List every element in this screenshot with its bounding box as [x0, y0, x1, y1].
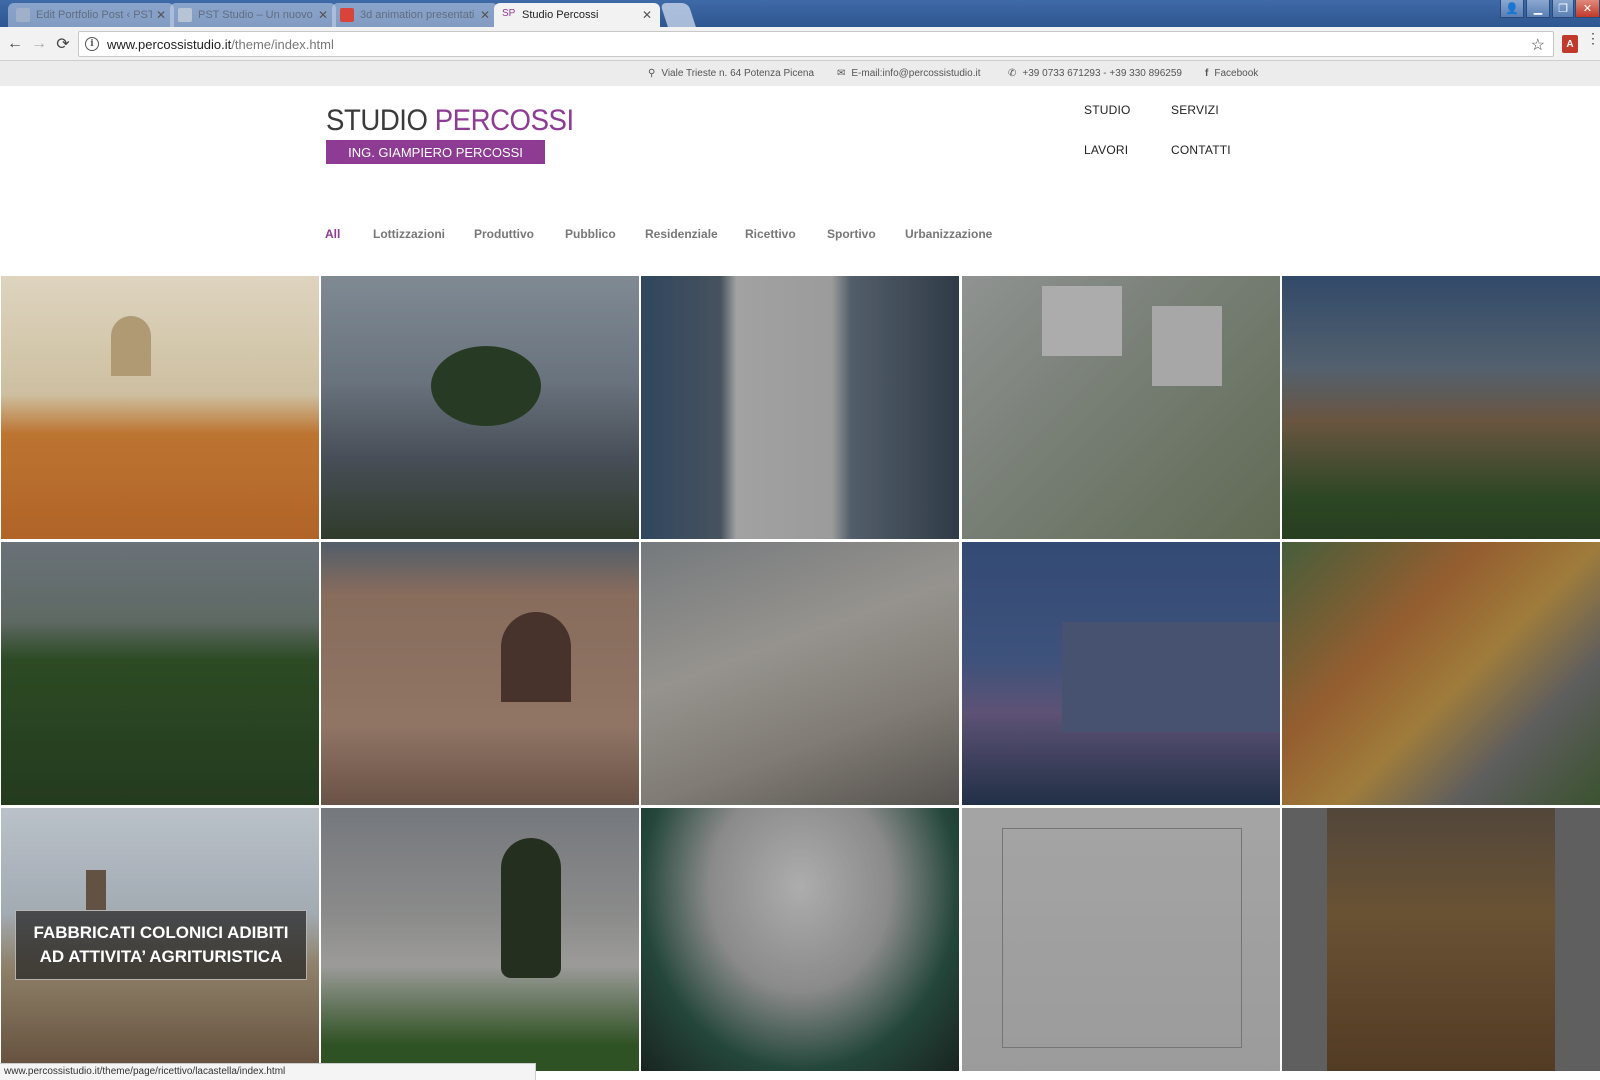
tile-overlay: [641, 542, 959, 805]
close-icon[interactable]: ✕: [480, 8, 490, 22]
project-tile[interactable]: [962, 276, 1280, 539]
tile-overlay: [1282, 542, 1600, 805]
close-window-icon[interactable]: ✕: [1575, 0, 1600, 18]
restore-icon[interactable]: ❐: [1552, 0, 1574, 18]
menu-icon[interactable]: ⋮: [1586, 31, 1600, 45]
tab-3d-animation[interactable]: 3d animation presentati ✕: [332, 3, 498, 27]
tile-overlay: [1282, 808, 1600, 1071]
back-arrow-icon[interactable]: ←: [4, 33, 26, 55]
facebook-link[interactable]: f Facebook: [1205, 68, 1258, 79]
project-tile[interactable]: [1282, 542, 1600, 805]
browser-status-bar: www.percossistudio.it/theme/page/ricetti…: [0, 1063, 536, 1080]
forward-arrow-icon[interactable]: →: [28, 33, 50, 55]
sp-logo-icon: SP: [502, 8, 516, 19]
contact-bar: ⚲ Viale Trieste n. 64 Potenza Picena ✉ E…: [0, 61, 1600, 86]
close-icon[interactable]: ✕: [156, 8, 166, 22]
project-tile-hovered[interactable]: FABBRICATI COLONICI ADIBITI AD ATTIVITA’…: [1, 808, 319, 1071]
logo-title: STUDIO PERCOSSI: [326, 104, 574, 137]
tile-overlay: [1, 276, 319, 539]
tile-overlay: [641, 276, 959, 539]
filter-residenziale[interactable]: Residenziale: [645, 227, 718, 241]
tile-overlay: [321, 276, 639, 539]
reload-icon[interactable]: ⟳: [52, 33, 74, 55]
project-tile[interactable]: [1, 276, 319, 539]
envelope-icon: ✉: [837, 68, 846, 79]
browser-tabstrip: Edit Portfolio Post ‹ PST ✕ PST Studio – …: [0, 0, 1600, 27]
close-icon[interactable]: ✕: [318, 8, 328, 22]
address-bar[interactable]: i www.percossistudio.it/theme/index.html…: [78, 31, 1554, 57]
minimize-icon[interactable]: ▁: [1526, 0, 1550, 18]
tab-studio-percossi[interactable]: SP Studio Percossi ✕: [494, 3, 660, 27]
filter-lottizzazioni[interactable]: Lottizzazioni: [373, 227, 445, 241]
project-tile[interactable]: [641, 808, 959, 1071]
project-tile[interactable]: [641, 276, 959, 539]
project-caption: FABBRICATI COLONICI ADIBITI AD ATTIVITA’…: [15, 910, 307, 980]
portfolio-filters: All Lottizzazioni Produttivo Pubblico Re…: [0, 227, 1600, 247]
portfolio-grid: FABBRICATI COLONICI ADIBITI AD ATTIVITA’…: [0, 276, 1600, 1080]
nav-servizi[interactable]: SERVIZI: [1171, 103, 1219, 117]
document-icon: [16, 8, 30, 22]
location-pin-icon: ⚲: [648, 68, 656, 79]
site-icon: [178, 8, 192, 22]
profile-icon[interactable]: 👤: [1500, 0, 1524, 18]
info-icon[interactable]: i: [85, 37, 99, 51]
close-icon[interactable]: ✕: [642, 8, 652, 22]
tile-overlay: [1282, 276, 1600, 539]
new-tab-button[interactable]: [660, 3, 696, 27]
email-item[interactable]: ✉ E-mail: info@percossistudio.it: [837, 68, 981, 79]
address-item: ⚲ Viale Trieste n. 64 Potenza Picena: [648, 68, 815, 79]
project-tile[interactable]: [1282, 808, 1600, 1071]
project-tile[interactable]: [1, 542, 319, 805]
nav-contatti[interactable]: CONTATTI: [1171, 143, 1231, 157]
nav-studio[interactable]: STUDIO: [1084, 103, 1131, 117]
project-tile[interactable]: [1282, 276, 1600, 539]
project-tile[interactable]: [321, 808, 639, 1071]
youtube-icon: [340, 8, 354, 22]
site-logo[interactable]: STUDIO PERCOSSI ING. GIAMPIERO PERCOSSI: [326, 104, 574, 164]
nav-lavori[interactable]: LAVORI: [1084, 143, 1128, 157]
filter-ricettivo[interactable]: Ricettivo: [745, 227, 796, 241]
project-tile[interactable]: [321, 542, 639, 805]
facebook-icon: f: [1205, 68, 1209, 79]
tile-overlay: [321, 808, 639, 1071]
tab-pst-studio[interactable]: PST Studio – Un nuovo s ✕: [170, 3, 336, 27]
tab-edit-portfolio[interactable]: Edit Portfolio Post ‹ PST ✕: [8, 3, 174, 27]
project-tile[interactable]: [641, 542, 959, 805]
filter-sportivo[interactable]: Sportivo: [827, 227, 876, 241]
project-tile[interactable]: [321, 276, 639, 539]
filter-pubblico[interactable]: Pubblico: [565, 227, 616, 241]
pdf-extension-icon[interactable]: A: [1562, 35, 1578, 53]
phone-icon: ✆: [1008, 68, 1017, 79]
filter-all[interactable]: All: [325, 227, 340, 241]
tile-overlay: [1, 542, 319, 805]
filter-produttivo[interactable]: Produttivo: [474, 227, 534, 241]
browser-toolbar: ← → ⟳ i www.percossistudio.it/theme/inde…: [0, 27, 1600, 61]
tile-overlay: [641, 808, 959, 1071]
logo-subtitle: ING. GIAMPIERO PERCOSSI: [326, 140, 545, 164]
phone-item: ✆ +39 0733 671293 - +39 330 896259: [1008, 68, 1182, 79]
bookmark-star-icon[interactable]: ☆: [1531, 35, 1545, 55]
project-tile[interactable]: [962, 542, 1280, 805]
project-tile[interactable]: [962, 808, 1280, 1071]
tile-overlay: [962, 542, 1280, 805]
tile-overlay: [962, 808, 1280, 1071]
tile-overlay: [962, 276, 1280, 539]
filter-urbanizzazione[interactable]: Urbanizzazione: [905, 227, 992, 241]
tile-overlay: [321, 542, 639, 805]
